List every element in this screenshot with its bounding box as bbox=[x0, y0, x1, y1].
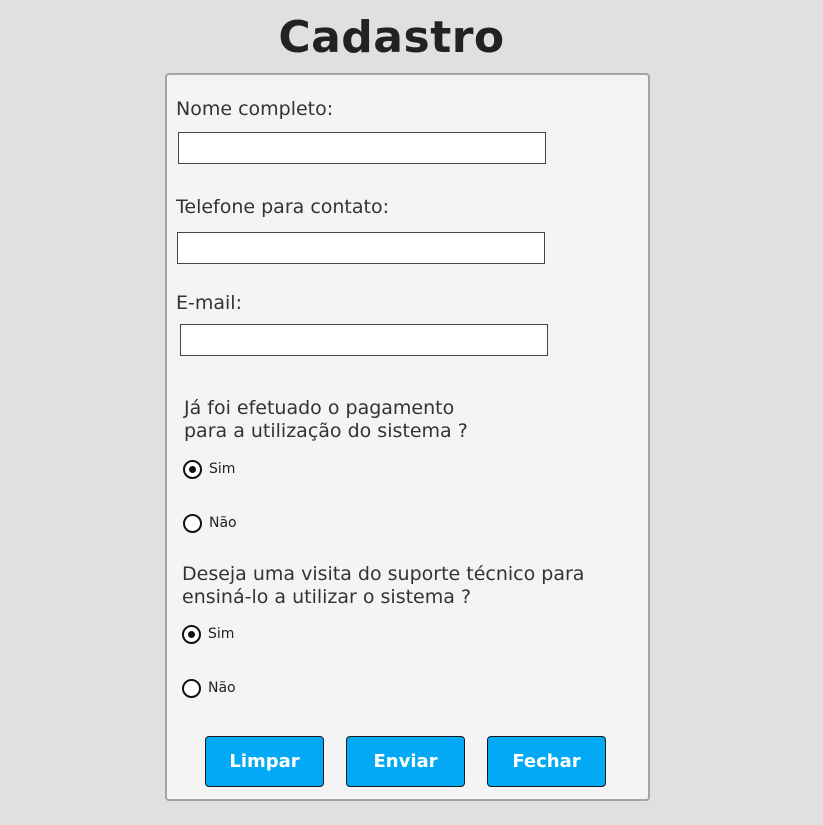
support-radio-no-label: Não bbox=[208, 680, 236, 696]
payment-question-line-1: Já foi efetuado o pagamento bbox=[184, 397, 455, 419]
email-label: E-mail: bbox=[176, 292, 242, 314]
payment-radio-no-label: Não bbox=[209, 515, 237, 531]
full-name-input[interactable] bbox=[178, 132, 546, 164]
email-input[interactable] bbox=[180, 324, 548, 356]
support-radio-yes[interactable]: Sim bbox=[182, 623, 234, 645]
registration-form: Nome completo: Telefone para contato: E-… bbox=[165, 73, 650, 801]
phone-input[interactable] bbox=[177, 232, 545, 264]
close-button[interactable]: Fechar bbox=[487, 736, 606, 787]
support-radio-no[interactable]: Não bbox=[182, 677, 236, 699]
radio-checked-icon[interactable] bbox=[183, 459, 202, 479]
clear-button[interactable]: Limpar bbox=[205, 736, 324, 787]
support-question-line-2: ensiná-lo a utilizar o sistema ? bbox=[182, 586, 472, 608]
full-name-label: Nome completo: bbox=[176, 98, 334, 120]
submit-button[interactable]: Enviar bbox=[346, 736, 465, 787]
payment-question: Já foi efetuado o pagamento para a utili… bbox=[184, 397, 468, 443]
page-title: Cadastro bbox=[278, 12, 505, 63]
support-question-line-1: Deseja uma visita do suporte técnico par… bbox=[182, 563, 585, 585]
payment-radio-yes[interactable]: Sim bbox=[183, 458, 235, 480]
radio-checked-icon[interactable] bbox=[182, 624, 201, 644]
radio-unchecked-icon[interactable] bbox=[183, 513, 202, 533]
payment-radio-yes-label: Sim bbox=[209, 461, 236, 477]
radio-unchecked-icon[interactable] bbox=[182, 678, 201, 698]
phone-label: Telefone para contato: bbox=[176, 196, 389, 218]
payment-question-line-2: para a utilização do sistema ? bbox=[184, 420, 468, 442]
payment-radio-no[interactable]: Não bbox=[183, 512, 237, 534]
support-radio-yes-label: Sim bbox=[208, 626, 235, 642]
support-question: Deseja uma visita do suporte técnico par… bbox=[182, 563, 584, 609]
